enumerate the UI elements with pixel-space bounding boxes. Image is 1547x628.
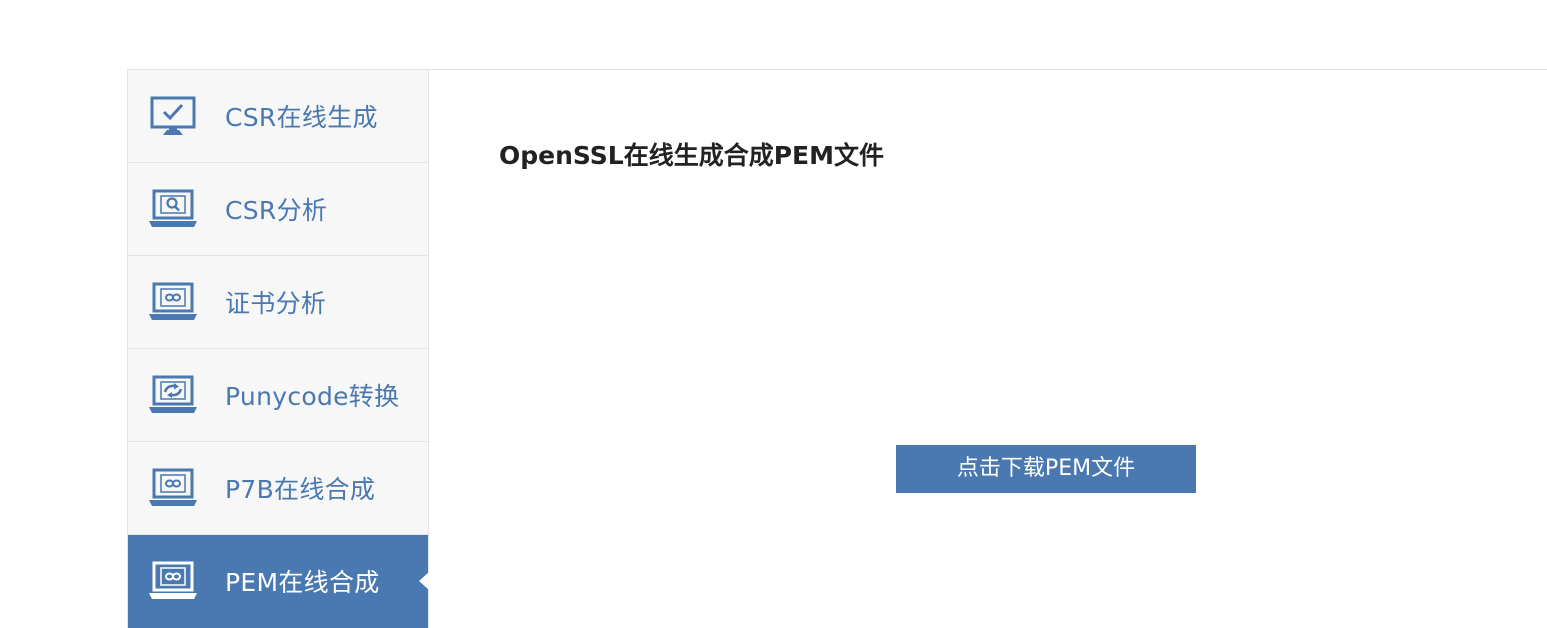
page-title: OpenSSL在线生成合成PEM文件 xyxy=(499,141,884,170)
sidebar-item-label: CSR在线生成 xyxy=(225,103,378,132)
sidebar-item-csr-analyze[interactable]: CSR分析 xyxy=(128,163,428,256)
page: CSR在线生成 CSR分析 证书分析 Punycode转换 P7B在线合成 PE… xyxy=(0,0,1547,628)
sidebar-item-p7b-compose[interactable]: P7B在线合成 xyxy=(128,442,428,535)
sidebar-item-csr-generate[interactable]: CSR在线生成 xyxy=(128,70,428,163)
sidebar-item-punycode[interactable]: Punycode转换 xyxy=(128,349,428,442)
sidebar-item-cert-analyze[interactable]: 证书分析 xyxy=(128,256,428,349)
laptop-link-icon xyxy=(147,279,199,325)
sidebar-item-label: Punycode转换 xyxy=(225,382,400,411)
laptop-convert-icon xyxy=(147,372,199,418)
sidebar-item-label: PEM在线合成 xyxy=(225,568,380,597)
sidebar-item-pem-compose[interactable]: PEM在线合成 xyxy=(128,535,429,628)
laptop-link-icon xyxy=(147,465,199,511)
sidebar-nav: CSR在线生成 CSR分析 证书分析 Punycode转换 P7B在线合成 PE… xyxy=(127,70,429,628)
monitor-check-icon xyxy=(147,93,199,139)
download-pem-button[interactable]: 点击下载PEM文件 xyxy=(896,445,1196,493)
laptop-search-icon xyxy=(147,186,199,232)
laptop-link-icon xyxy=(147,558,199,604)
sidebar-item-label: CSR分析 xyxy=(225,196,328,225)
sidebar-item-label: P7B在线合成 xyxy=(225,475,376,504)
sidebar-item-label: 证书分析 xyxy=(225,289,327,318)
active-pointer-icon xyxy=(419,572,429,590)
